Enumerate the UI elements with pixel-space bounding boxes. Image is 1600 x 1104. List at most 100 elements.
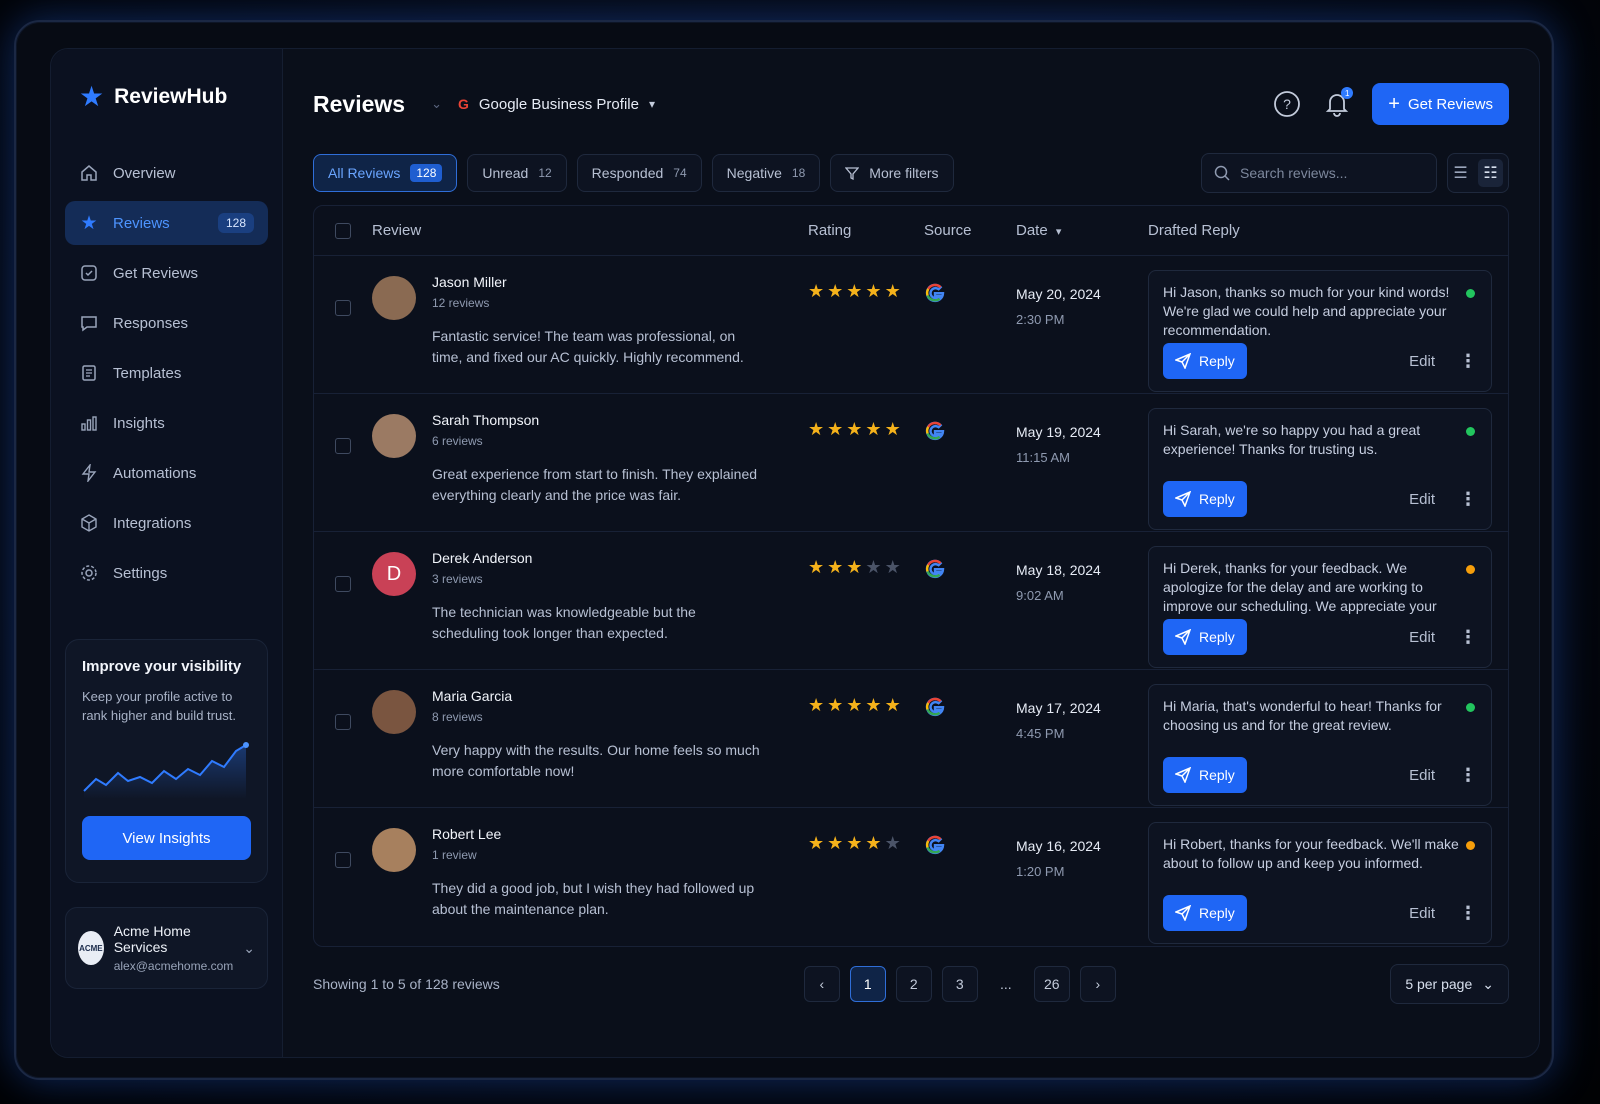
more-options-icon[interactable]: ⋮ [1459, 351, 1477, 372]
per-page-label: 5 per page [1405, 976, 1473, 992]
more-options-icon[interactable]: ⋮ [1459, 489, 1477, 510]
list-view-icon[interactable]: ☰ [1453, 163, 1467, 183]
reply-button[interactable]: Reply [1163, 481, 1247, 517]
star-filled-icon: ★ [827, 281, 844, 301]
sidebar-item-responses[interactable]: Responses [65, 301, 268, 345]
more-options-icon[interactable]: ⋮ [1459, 627, 1477, 648]
cube-icon [79, 513, 99, 533]
sidebar-item-automations[interactable]: Automations [65, 451, 268, 495]
table-row[interactable]: Sarah Thompson 6 reviews Great experience … [314, 394, 1508, 532]
column-date[interactable]: Date ▾ [1016, 222, 1148, 239]
chevron-down-icon: ▾ [1055, 226, 1062, 238]
search-box[interactable] [1201, 153, 1437, 193]
more-options-icon[interactable]: ⋮ [1459, 903, 1477, 924]
more-filters-button[interactable]: More filters [830, 154, 954, 192]
drafted-reply-card: Hi Sarah, we're so happy you had a great… [1148, 408, 1492, 530]
view-insights-button[interactable]: View Insights [82, 816, 251, 860]
edit-button[interactable]: Edit [1409, 905, 1435, 922]
table-row[interactable]: Jason Miller 12 reviews Fantastic service!… [314, 256, 1508, 394]
more-options-icon[interactable]: ⋮ [1459, 765, 1477, 786]
next-page-button[interactable]: › [1079, 966, 1116, 1002]
star-filled-icon: ★ [827, 833, 844, 853]
logo-star-icon: ★ [79, 81, 105, 112]
star-filled-icon: ★ [827, 419, 844, 439]
help-button[interactable]: ? [1272, 89, 1302, 119]
star-filled-icon: ★ [884, 695, 901, 715]
sidebar-item-reviews[interactable]: ★ Reviews 128 [65, 201, 268, 245]
reviews-table: Review Rating Source Date ▾ Drafted Repl… [313, 205, 1509, 947]
chevron-down-icon: ▾ [648, 97, 655, 111]
star-filled-icon: ★ [865, 419, 882, 439]
notifications-button[interactable]: 1 [1322, 87, 1354, 119]
edit-button[interactable]: Edit [1409, 767, 1435, 784]
page-button[interactable]: 26 [1033, 966, 1070, 1002]
filter-chips: All Reviews 128 Unread 12 Responded 74 Negativ… [313, 154, 821, 192]
rating-stars: ★ ★ ★ ★ ★ [808, 822, 924, 852]
edit-button[interactable]: Edit [1409, 629, 1435, 646]
sidebar-nav: Overview ★ Reviews 128 Get Reviews Responses T… [65, 151, 268, 595]
reviewer-count: 12 reviews [432, 296, 490, 310]
page-button[interactable]: 2 [895, 966, 932, 1002]
star-filled-icon: ★ [846, 557, 863, 577]
status-dot [1466, 841, 1475, 850]
account-switcher[interactable]: ACME Acme Home Services alex@acmehome.co… [65, 907, 268, 989]
sidebar-item-label: Settings [113, 564, 168, 582]
reply-button[interactable]: Reply [1163, 895, 1247, 931]
row-checkbox[interactable] [335, 438, 351, 454]
review-date: May 19, 2024 [1016, 424, 1101, 440]
filter-chip-all-reviews[interactable]: All Reviews 128 [313, 154, 458, 192]
star-filled-icon: ★ [865, 833, 882, 853]
edit-button[interactable]: Edit [1409, 491, 1435, 508]
table-body: Jason Miller 12 reviews Fantastic service!… [314, 256, 1508, 946]
page-button[interactable]: 3 [941, 966, 978, 1002]
column-date-label: Date [1016, 222, 1048, 239]
star-filled-icon: ★ [846, 695, 863, 715]
profile-selector[interactable]: G Google Business Profile ▾ [458, 96, 655, 113]
filter-chip-unread[interactable]: Unread 12 [467, 154, 567, 192]
sidebar-item-insights[interactable]: Insights [65, 401, 268, 445]
reply-button[interactable]: Reply [1163, 757, 1247, 793]
prev-page-button[interactable]: ‹ [803, 966, 840, 1002]
per-page-select[interactable]: 5 per page ⌄ [1390, 964, 1509, 1004]
rating-stars: ★ ★ ★ ★ ★ [808, 546, 924, 576]
filter-chip-negative[interactable]: Negative 18 [711, 154, 821, 192]
get-reviews-button[interactable]: + Get Reviews [1372, 83, 1509, 125]
table-row[interactable]: D Derek Anderson 3 reviews The technician w… [314, 532, 1508, 670]
column-rating[interactable]: Rating [808, 222, 924, 239]
table-row[interactable]: Maria Garcia 8 reviews Very happy with the… [314, 670, 1508, 808]
reply-button[interactable]: Reply [1163, 619, 1247, 655]
row-checkbox[interactable] [335, 714, 351, 730]
app-window: ★ ReviewHub Overview ★ Reviews 128 Get Revie… [50, 48, 1540, 1058]
star-filled-icon: ★ [808, 419, 825, 439]
sidebar-item-overview[interactable]: Overview [65, 151, 268, 195]
search-input[interactable] [1240, 165, 1410, 181]
detail-view-icon[interactable]: ☷ [1478, 159, 1503, 187]
star-filled-icon: ★ [865, 695, 882, 715]
select-all-checkbox[interactable] [335, 222, 351, 239]
sidebar-item-badge: 128 [217, 213, 254, 233]
showing-count: Showing 1 to 5 of 128 reviews [313, 976, 500, 992]
star-filled-icon: ★ [846, 833, 863, 853]
chevron-down-icon[interactable]: ⌄ [431, 96, 442, 112]
status-dot [1466, 703, 1475, 712]
sidebar-item-label: Overview [113, 164, 176, 182]
page-button[interactable]: 1 [849, 966, 886, 1002]
sidebar-item-settings[interactable]: Settings [65, 551, 268, 595]
sidebar-item-get-reviews[interactable]: Get Reviews [65, 251, 268, 295]
logo: ★ ReviewHub [65, 83, 268, 111]
sidebar-item-integrations[interactable]: Integrations [65, 501, 268, 545]
edit-button[interactable]: Edit [1409, 353, 1435, 370]
row-checkbox[interactable] [335, 852, 351, 868]
reply-label: Reply [1199, 905, 1235, 921]
filter-chip-responded[interactable]: Responded 74 [576, 154, 702, 192]
bar-chart-icon [79, 413, 99, 433]
row-checkbox[interactable] [335, 300, 351, 316]
table-row[interactable]: Robert Lee 1 review They did a good job, b… [314, 808, 1508, 946]
send-icon [1175, 491, 1191, 507]
sidebar-item-templates[interactable]: Templates [65, 351, 268, 395]
device-frame: ★ ReviewHub Overview ★ Reviews 128 Get Revie… [14, 20, 1554, 1080]
reply-button[interactable]: Reply [1163, 343, 1247, 379]
column-source[interactable]: Source [924, 222, 1016, 239]
star-filled-icon: ★ [827, 557, 844, 577]
row-checkbox[interactable] [335, 576, 351, 592]
